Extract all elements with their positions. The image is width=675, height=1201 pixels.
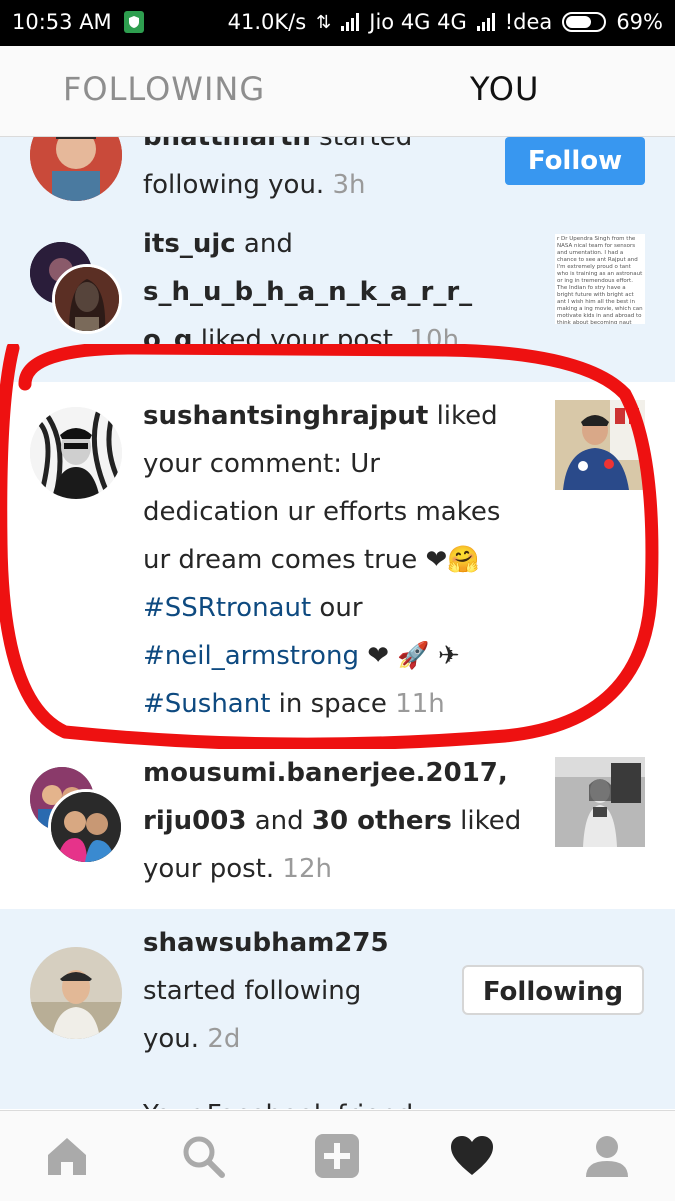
tab-following[interactable]: FOLLOWING	[63, 70, 265, 108]
avatar[interactable]	[30, 137, 122, 201]
username[interactable]: its_ujc	[143, 229, 236, 259]
shield-icon	[123, 11, 144, 33]
timestamp: 11h	[395, 689, 445, 719]
activity-item[interactable]: mousumi.banerjee.2017, riju003 and 30 ot…	[0, 747, 675, 909]
activity-tabs: FOLLOWING YOU	[0, 46, 675, 137]
follow-button[interactable]: Follow	[505, 137, 645, 185]
avatar[interactable]	[48, 789, 124, 865]
username[interactable]: bhattmarth	[143, 137, 311, 152]
hashtag[interactable]: #SSRtronaut	[143, 593, 311, 623]
home-icon[interactable]	[44, 1133, 90, 1179]
username[interactable]: sushantsinghrajput	[143, 401, 428, 431]
timestamp: 10h	[409, 325, 460, 355]
activity-item[interactable]: bhattmarth started following you. 3h Fol…	[0, 137, 675, 222]
status-bar: 10:53 AM 41.0K/s ⇅ Jio 4G 4G !dea 69%	[0, 0, 675, 46]
activity-item-highlighted[interactable]: sushantsinghrajput liked your comment: U…	[0, 382, 675, 747]
post-thumbnail[interactable]	[555, 757, 645, 847]
data-arrows-icon: ⇅	[316, 11, 332, 33]
clock: 10:53 AM	[12, 10, 112, 34]
carrier-1: Jio 4G 4G	[369, 10, 467, 34]
following-button[interactable]: Following	[462, 965, 644, 1015]
timestamp: 12h	[282, 854, 332, 884]
activity-item[interactable]: its_ujc and s_h_u_b_h_a_n_k_a_r_r_ o_g l…	[0, 222, 675, 382]
profile-icon[interactable]	[584, 1133, 630, 1179]
timestamp: 3h	[332, 170, 366, 200]
avatar[interactable]	[30, 947, 122, 1039]
activity-feed[interactable]: bhattmarth started following you. 3h Fol…	[0, 137, 675, 1109]
add-icon[interactable]	[314, 1133, 360, 1179]
post-thumbnail[interactable]	[555, 400, 645, 490]
bottom-navigation	[0, 1110, 675, 1201]
avatar[interactable]	[52, 264, 122, 334]
carrier-2: !dea	[504, 10, 553, 34]
avatar[interactable]	[30, 407, 122, 499]
username[interactable]: shawsubham275	[143, 928, 389, 958]
username[interactable]: mousumi.banerjee.2017,	[143, 758, 508, 788]
battery-percent: 69%	[616, 10, 663, 34]
heart-icon[interactable]	[449, 1133, 495, 1179]
battery-icon	[562, 12, 607, 32]
network-speed: 41.0K/s	[227, 10, 307, 34]
username[interactable]: riju003	[143, 806, 246, 836]
username[interactable]: s_h_u_b_h_a_n_k_a_r_r_	[143, 277, 472, 307]
signal-icon	[341, 13, 360, 31]
tab-you[interactable]: YOU	[470, 70, 539, 108]
hashtag[interactable]: #neil_armstrong	[143, 641, 359, 671]
post-thumbnail[interactable]: r Dr Upendra Singh from the NASA nical t…	[555, 234, 645, 324]
search-icon[interactable]	[180, 1133, 226, 1179]
activity-item[interactable]: shawsubham275 started following you. 2d …	[0, 909, 675, 1109]
hashtag[interactable]: #Sushant	[143, 689, 270, 719]
timestamp: 2d	[207, 1024, 241, 1054]
others-link[interactable]: 30 others	[312, 806, 452, 836]
signal-icon-2	[476, 13, 495, 31]
